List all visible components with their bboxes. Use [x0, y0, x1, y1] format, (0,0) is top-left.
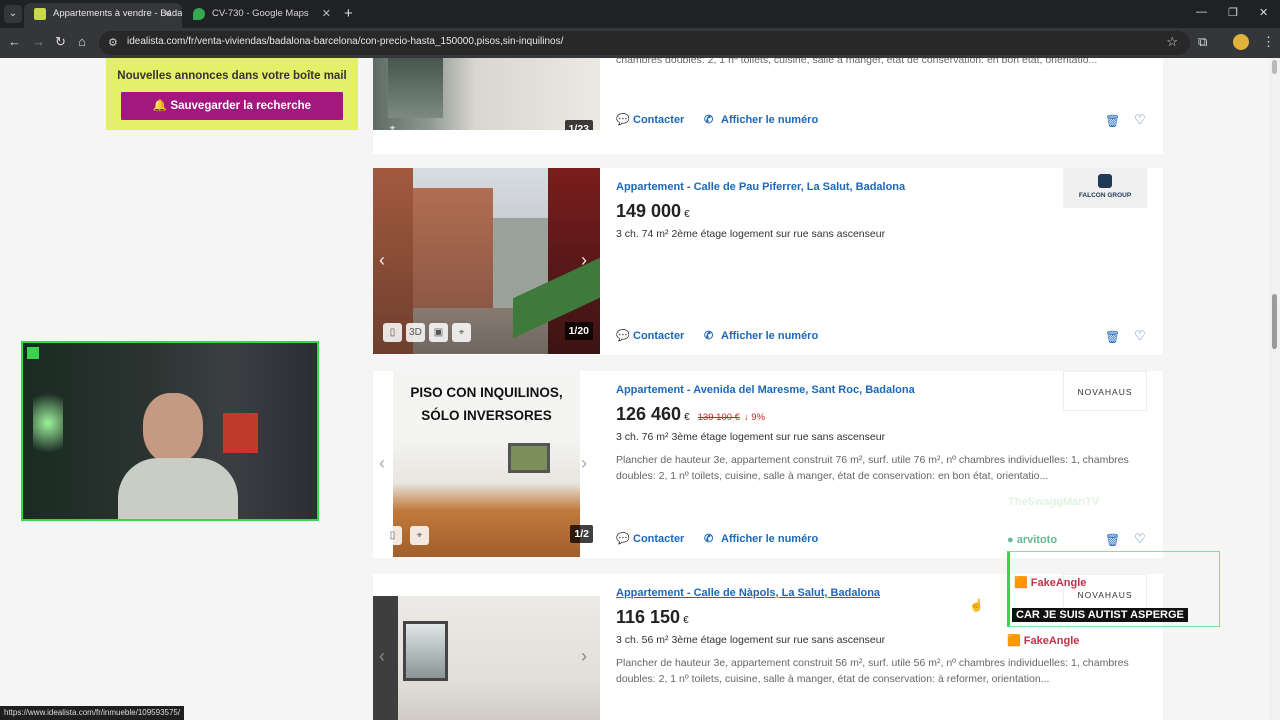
listing-title[interactable]: Appartement - Avenida del Maresme, Sant …	[616, 384, 915, 396]
listing-card[interactable]: PISO CON INQUILINOS, SÓLO INVERSORES ‹ ›…	[373, 371, 1163, 558]
chrome-menu-icon[interactable]: ⋮	[1262, 34, 1275, 50]
map-pin-icon[interactable]: ⌖	[452, 323, 471, 342]
chat-message: CAR JE SUIS AUTIST ASPERGE	[1012, 608, 1188, 622]
trash-icon[interactable]: 🗑	[1105, 330, 1120, 344]
idealista-favicon	[34, 8, 46, 20]
agency-logo[interactable]: NOVAHAUS	[1063, 371, 1147, 411]
tab-search-button[interactable]: ⌄	[4, 5, 22, 23]
alert-title: Nouvelles annonces dans votre boîte mail	[117, 70, 347, 82]
price-drop: ↓ 9%	[743, 412, 766, 423]
status-bar-url: https://www.idealista.com/fr/inmueble/10…	[0, 706, 185, 720]
reload-icon[interactable]: ↻	[55, 35, 66, 49]
phone-icon: ✆	[704, 114, 714, 126]
map-pin-icon[interactable]: ⌖	[383, 119, 402, 130]
listing-title[interactable]: Appartement - Calle de Pau Piferrer, La …	[616, 181, 905, 193]
bookmark-icon[interactable]: ▯	[383, 526, 402, 545]
listing-details: 3 ch. 76 m² 3ème étage logement sur rue …	[616, 431, 886, 443]
trash-icon[interactable]: 🗑	[1105, 533, 1120, 547]
chat-line: 🟧 FakeAngle	[1014, 577, 1087, 589]
photo-counter: 1/23	[564, 120, 593, 130]
chat-icon: 💬	[616, 114, 630, 126]
chat-line: ● arvitoto	[1007, 534, 1058, 546]
prev-photo-icon[interactable]: ‹	[379, 250, 385, 271]
listing-price: 116 150 €	[616, 607, 689, 627]
listing-description: chambres doubles: 2, 1 nº toilets, cuisi…	[616, 58, 1098, 66]
listing-details: 3 ch. 56 m² 3ème étage logement sur rue …	[616, 634, 886, 646]
maps-favicon	[193, 8, 205, 20]
back-icon[interactable]: ←	[8, 35, 21, 49]
page-scrollbar[interactable]	[1269, 58, 1280, 720]
prev-photo-icon[interactable]: ‹	[379, 453, 385, 474]
show-phone-button[interactable]: ✆ Afficher le numéro	[704, 532, 818, 545]
listing-description: Plancher de hauteur 3e, appartement cons…	[616, 454, 1129, 482]
listing-card[interactable]: ‹ › ▯ 3D ▣ ⌖ 1/20 Appartement - Calle de…	[373, 168, 1163, 355]
extensions-icon[interactable]: ⧉	[1198, 34, 1207, 50]
3d-tour-icon[interactable]: 3D	[406, 323, 425, 342]
contact-button[interactable]: 💬 Contacter	[616, 329, 684, 342]
forward-icon[interactable]: →	[32, 35, 45, 49]
listing-photo[interactable]: ⌖ 1/23	[373, 58, 600, 130]
scrollbar-thumb[interactable]	[1272, 294, 1277, 349]
heart-icon[interactable]: ♡	[1134, 112, 1146, 128]
new-tab-button[interactable]: +	[344, 3, 353, 25]
url-field[interactable]: ⚙ idealista.com/fr/venta-viviendas/badal…	[99, 31, 1190, 55]
heart-icon[interactable]: ♡	[1134, 531, 1146, 547]
next-photo-icon[interactable]: ›	[581, 646, 587, 667]
listing-photo[interactable]: ‹ › ▯ 3D ▣ ⌖ 1/20	[373, 168, 600, 354]
bookmark-star-icon[interactable]: ☆	[1166, 34, 1178, 50]
restore-button[interactable]: ❐	[1228, 6, 1238, 19]
tab-idealista[interactable]: Appartements à vendre - Badal... ✕	[24, 3, 182, 28]
show-phone-button[interactable]: ✆ Afficher le numéro	[704, 113, 818, 126]
next-photo-icon[interactable]: ›	[581, 453, 587, 474]
mouse-cursor: ☝	[969, 598, 984, 612]
save-search-button[interactable]: 🔔 Sauvegarder la recherche	[121, 92, 343, 120]
contact-button[interactable]: 💬 Contacter	[616, 532, 684, 545]
profile-avatar[interactable]	[1233, 34, 1249, 50]
chat-icon: 💬	[616, 330, 630, 342]
photo-counter: 1/2	[570, 525, 593, 543]
chat-line: 🟧 FakeAngle	[1007, 635, 1080, 647]
close-window-button[interactable]: ✕	[1259, 6, 1268, 19]
phone-icon: ✆	[704, 533, 714, 545]
video-icon[interactable]: ▣	[429, 323, 448, 342]
kick-logo-icon	[27, 347, 39, 359]
listing-photo[interactable]: PISO CON INQUILINOS, SÓLO INVERSORES ‹ ›…	[373, 371, 600, 557]
save-search-box: Nouvelles annonces dans votre boîte mail…	[106, 58, 358, 130]
phone-icon: ✆	[704, 330, 714, 342]
next-photo-icon[interactable]: ›	[581, 250, 587, 271]
photo-counter: 1/20	[564, 322, 593, 340]
map-pin-icon[interactable]: ⌖	[410, 526, 429, 545]
home-icon[interactable]: ⌂	[78, 35, 86, 49]
old-price: 139 100 €	[697, 412, 740, 423]
address-bar: ← → ↻ ⌂ ⚙ idealista.com/fr/venta-viviend…	[0, 28, 1280, 58]
trash-icon[interactable]: 🗑	[1105, 114, 1120, 128]
falcon-logo-icon	[1098, 174, 1112, 188]
listing-details: 3 ch. 74 m² 2ème étage logement sur rue …	[616, 228, 886, 240]
bookmark-icon[interactable]: ▯	[383, 323, 402, 342]
close-tab-icon[interactable]: ✕	[163, 3, 172, 25]
tab-bar: ⌄ Appartements à vendre - Badal... ✕ CV-…	[0, 0, 1280, 28]
chat-username: TheSwaggManTV	[1008, 496, 1100, 508]
webcam-overlay	[21, 341, 319, 521]
agency-logo[interactable]: FALCON GROUP	[1063, 168, 1147, 208]
page-content: Nouvelles annonces dans votre boîte mail…	[0, 58, 1280, 720]
listing-photo[interactable]: ‹ ›	[373, 596, 600, 720]
contact-button[interactable]: 💬 Contacter	[616, 113, 684, 126]
chat-icon: 💬	[616, 533, 630, 545]
listing-price: 149 000 €	[616, 201, 690, 221]
minimize-button[interactable]: —	[1196, 6, 1207, 18]
close-tab-icon[interactable]: ✕	[322, 3, 331, 25]
tab-google-maps[interactable]: CV-730 - Google Maps ✕	[183, 3, 341, 28]
listing-description: Plancher de hauteur 3e, appartement cons…	[616, 657, 1129, 685]
listing-price: 126 460 €139 100 € ↓ 9%	[616, 404, 766, 424]
prev-photo-icon[interactable]: ‹	[379, 646, 385, 667]
show-phone-button[interactable]: ✆ Afficher le numéro	[704, 329, 818, 342]
heart-icon[interactable]: ♡	[1134, 328, 1146, 344]
streamer-face	[143, 393, 203, 463]
listing-title[interactable]: Appartement - Calle de Nàpols, La Salut,…	[616, 587, 880, 599]
listing-card[interactable]: ⌖ 1/23 chambres doubles: 2, 1 nº toilets…	[373, 58, 1163, 154]
site-info-icon[interactable]: ⚙	[108, 36, 118, 49]
